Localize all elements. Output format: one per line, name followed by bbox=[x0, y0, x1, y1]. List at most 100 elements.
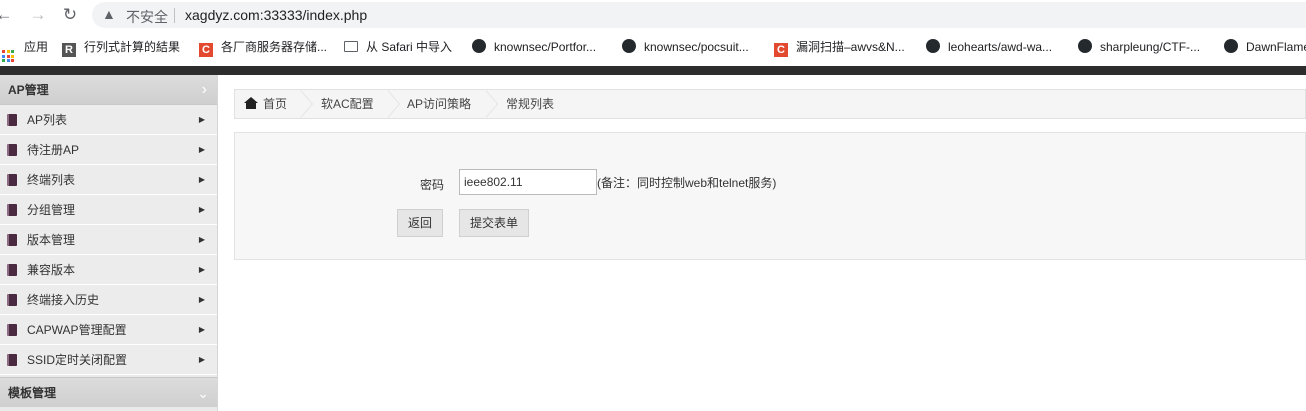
sidebar-section-title: AP管理 bbox=[8, 83, 49, 97]
form-panel: 密码 (备注：同时控制web和telnet服务) 返回 提交表单 bbox=[234, 132, 1306, 260]
breadcrumb-current: 常规列表 bbox=[506, 97, 555, 111]
url-divider bbox=[174, 8, 175, 23]
caret-right-icon: ▶ bbox=[198, 175, 205, 184]
sidebar-section-title: 模板管理 bbox=[8, 386, 57, 400]
sidebar-item-capwap-config[interactable]: CAPWAP管理配置 ▶ bbox=[0, 315, 217, 345]
breadcrumb: 首页 软AC配置 AP访问策略 常规列表 bbox=[234, 89, 1306, 119]
caret-right-icon: ▶ bbox=[198, 235, 205, 244]
url-text[interactable]: xagdyz.com:33333/index.php bbox=[185, 7, 367, 23]
caret-right-icon: ▶ bbox=[198, 145, 205, 154]
bookmark-apps[interactable]: 应用 bbox=[2, 39, 49, 62]
bookmark-label: DawnFlame bbox=[1246, 40, 1306, 54]
bookmark-item[interactable]: knownsec/pocsuit... bbox=[622, 39, 749, 55]
breadcrumb-label: 首页 bbox=[263, 97, 288, 111]
insecure-label: 不安全 bbox=[126, 9, 168, 25]
breadcrumb-soft-ac[interactable]: 软AC配置 bbox=[321, 90, 374, 118]
sidebar-item-label: SSID定时关闭配置 bbox=[27, 353, 128, 367]
github-icon bbox=[622, 39, 636, 53]
caret-right-icon: ▶ bbox=[198, 355, 205, 364]
c-favicon-icon: C bbox=[774, 43, 788, 57]
bookmark-label: 行列式計算的結果 bbox=[84, 40, 181, 54]
sidebar-item-compatible-version[interactable]: 兼容版本 ▶ bbox=[0, 255, 217, 285]
sidebar-item-label: 版本管理 bbox=[27, 233, 76, 247]
book-icon bbox=[7, 174, 17, 186]
github-icon bbox=[1078, 39, 1092, 53]
caret-right-icon: ▶ bbox=[198, 205, 205, 214]
sidebar-item-label: 兼容版本 bbox=[27, 263, 76, 277]
breadcrumb-ap-policy[interactable]: AP访问策略 bbox=[407, 90, 471, 118]
bookmark-item[interactable]: C 漏洞扫描–awvs&N... bbox=[774, 39, 905, 57]
warning-icon: ▲ bbox=[102, 6, 116, 22]
book-icon bbox=[7, 324, 17, 336]
chevron-right-icon: › bbox=[201, 81, 207, 98]
reload-icon[interactable]: ↻ bbox=[60, 5, 80, 25]
page-top-bar bbox=[0, 66, 1306, 75]
breadcrumb-separator bbox=[485, 90, 498, 118]
sidebar: AP管理 › AP列表 ▶ 待注册AP ▶ 终端列表 ▶ 分组管理 ▶ 版本管理 ▶ 兼容… bbox=[0, 75, 218, 411]
book-icon bbox=[7, 354, 17, 366]
password-note: (备注：同时控制web和telnet服务) bbox=[597, 176, 777, 190]
bookmark-item[interactable]: leohearts/awd-wa... bbox=[926, 39, 1052, 55]
caret-right-icon: ▶ bbox=[198, 115, 205, 124]
sidebar-item-pending-ap[interactable]: 待注册AP ▶ bbox=[0, 135, 217, 165]
bookmark-label: 应用 bbox=[24, 40, 49, 54]
bookmark-label: knownsec/pocsuit... bbox=[644, 40, 749, 54]
submit-button[interactable]: 提交表单 bbox=[459, 209, 529, 237]
sidebar-item-terminal-history[interactable]: 终端接入历史 ▶ bbox=[0, 285, 217, 315]
sidebar-section-template-management[interactable]: 模板管理 ⌄ bbox=[0, 377, 217, 407]
c-favicon-icon: C bbox=[199, 43, 213, 57]
book-icon bbox=[7, 294, 17, 306]
sidebar-item-label: 终端接入历史 bbox=[27, 293, 100, 307]
bookmark-item[interactable]: C 各厂商服务器存储... bbox=[199, 39, 328, 57]
book-icon bbox=[7, 144, 17, 156]
forward-arrow-icon[interactable]: → bbox=[28, 5, 48, 25]
github-icon bbox=[472, 39, 486, 53]
bookmark-label: leohearts/awd-wa... bbox=[948, 40, 1053, 54]
bookmark-item[interactable]: knownsec/Portfor... bbox=[472, 39, 596, 55]
bookmark-item[interactable]: 从 Safari 中导入 bbox=[344, 39, 452, 55]
book-icon bbox=[7, 234, 17, 246]
caret-right-icon: ▶ bbox=[198, 265, 205, 274]
sidebar-item-ap-list[interactable]: AP列表 ▶ bbox=[0, 105, 217, 135]
back-arrow-icon[interactable]: ← bbox=[0, 5, 14, 25]
r-favicon-icon: R bbox=[62, 43, 76, 57]
sidebar-item-version-management[interactable]: 版本管理 ▶ bbox=[0, 225, 217, 255]
sidebar-section-ap-management[interactable]: AP管理 › bbox=[0, 75, 217, 105]
sidebar-item-terminal-list[interactable]: 终端列表 ▶ bbox=[0, 165, 217, 195]
book-icon bbox=[7, 264, 17, 276]
book-icon bbox=[7, 114, 17, 126]
bookmark-item[interactable]: R 行列式計算的結果 bbox=[62, 39, 181, 57]
bookmarks-bar: 应用 R 行列式計算的結果 C 各厂商服务器存储... 从 Safari 中导入 k… bbox=[0, 30, 1306, 64]
bookmark-item[interactable]: DawnFlame bbox=[1224, 39, 1306, 55]
sidebar-item-group-management[interactable]: 分组管理 ▶ bbox=[0, 195, 217, 225]
folder-icon bbox=[344, 41, 358, 52]
bookmark-item[interactable]: sharpleung/CTF-... bbox=[1078, 39, 1200, 55]
book-icon bbox=[7, 204, 17, 216]
bookmark-label: knownsec/Portfor... bbox=[494, 40, 597, 54]
breadcrumb-separator bbox=[387, 90, 400, 118]
breadcrumb-home[interactable]: 首页 bbox=[244, 90, 287, 118]
chevron-down-icon: ⌄ bbox=[197, 385, 209, 401]
github-icon bbox=[926, 39, 940, 53]
sidebar-item-label: CAPWAP管理配置 bbox=[27, 323, 127, 337]
address-bar[interactable]: ▲ 不安全 xagdyz.com:33333/index.php bbox=[92, 2, 1306, 28]
bookmark-label: sharpleung/CTF-... bbox=[1100, 40, 1201, 54]
breadcrumb-separator bbox=[300, 90, 313, 118]
sidebar-item-label: 分组管理 bbox=[27, 203, 76, 217]
browser-toolbar: ← → ↻ ▲ 不安全 xagdyz.com:33333/index.php bbox=[0, 0, 1306, 30]
bookmark-label: 从 Safari 中导入 bbox=[366, 40, 453, 54]
bookmark-label: 各厂商服务器存储... bbox=[221, 40, 328, 54]
password-label: 密码 bbox=[420, 178, 445, 192]
sidebar-item-ssid-schedule[interactable]: SSID定时关闭配置 ▶ bbox=[0, 345, 217, 375]
caret-right-icon: ▶ bbox=[198, 295, 205, 304]
sidebar-item-label: AP列表 bbox=[27, 113, 68, 127]
caret-right-icon: ▶ bbox=[198, 325, 205, 334]
apps-grid-icon bbox=[2, 50, 16, 62]
home-icon bbox=[244, 97, 258, 109]
sidebar-item-label: 终端列表 bbox=[27, 173, 76, 187]
sidebar-item-label: 待注册AP bbox=[27, 143, 80, 157]
password-input[interactable] bbox=[459, 169, 597, 195]
back-button[interactable]: 返回 bbox=[397, 209, 443, 237]
bookmark-label: 漏洞扫描–awvs&N... bbox=[796, 40, 905, 54]
github-icon bbox=[1224, 39, 1238, 53]
